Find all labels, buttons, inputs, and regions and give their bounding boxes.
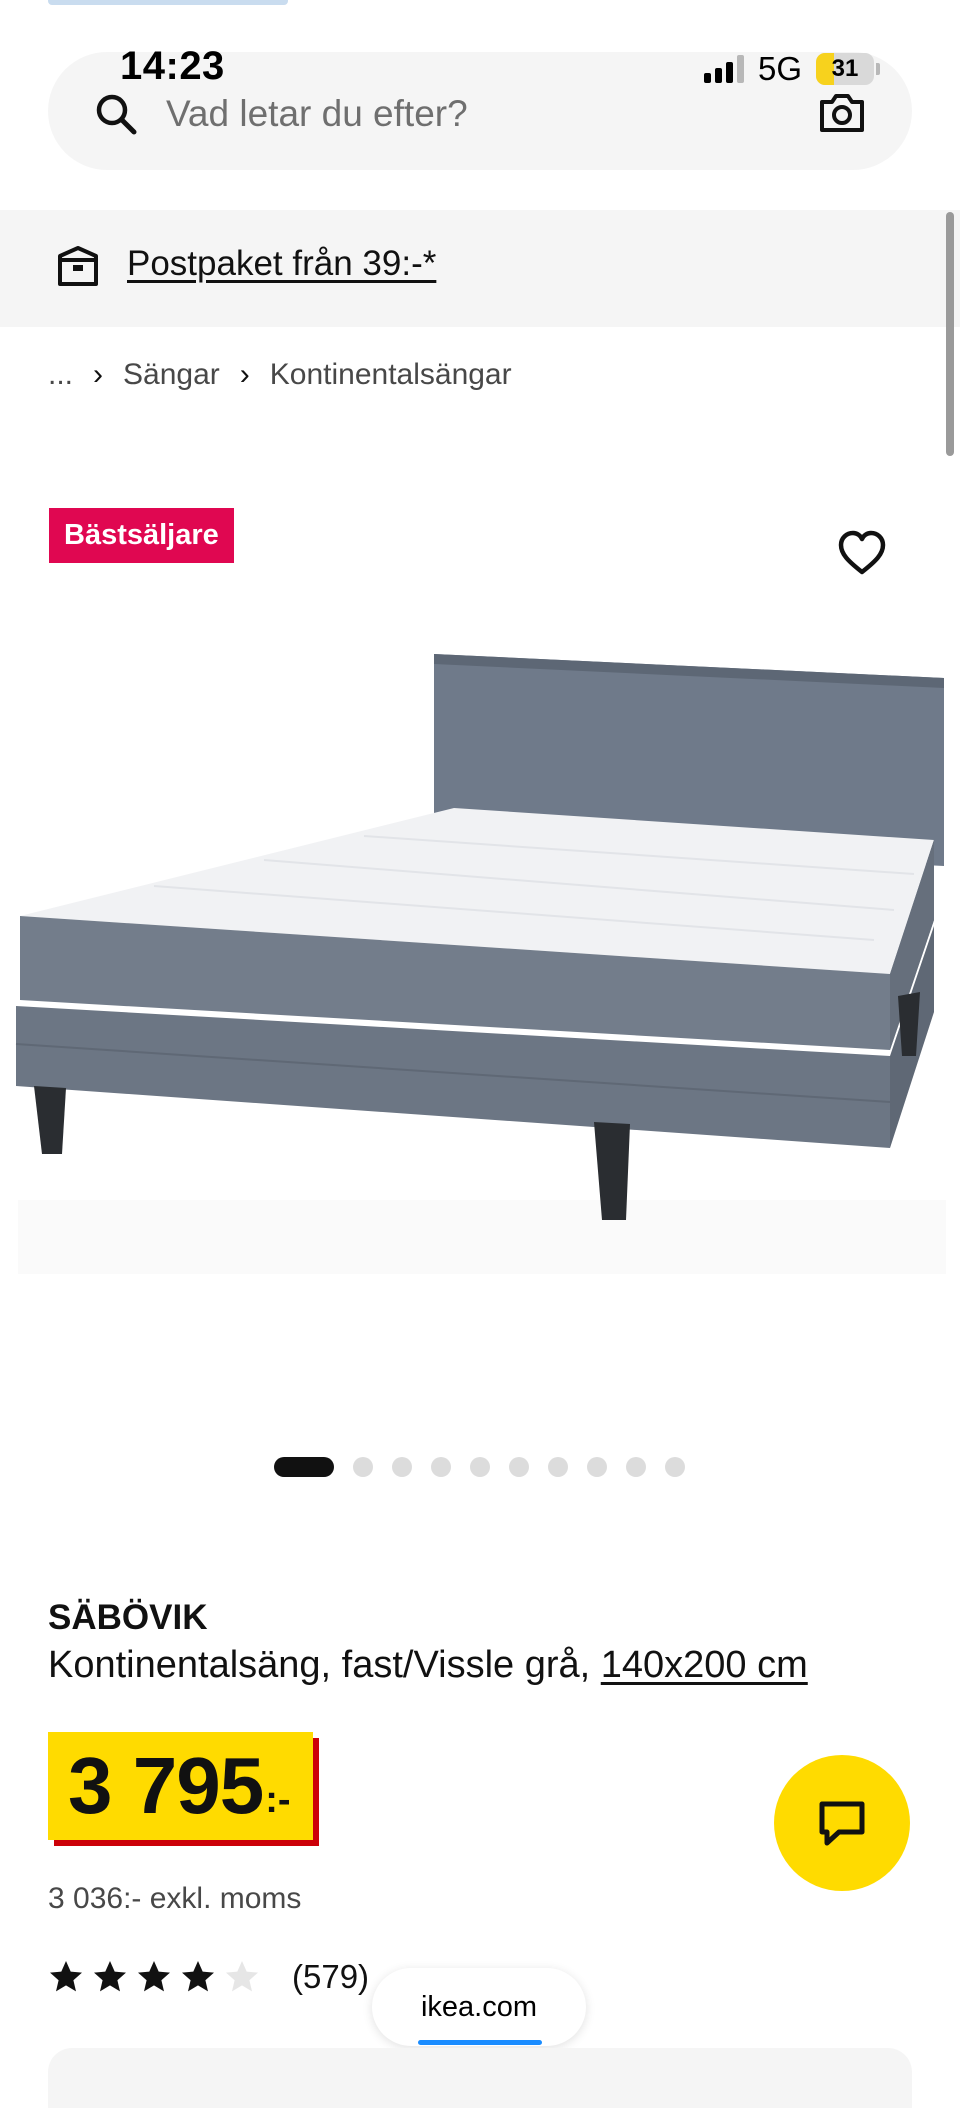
price-integer: 3 795 bbox=[68, 1741, 264, 1830]
page-load-indicator bbox=[418, 2040, 542, 2045]
gallery-dot[interactable] bbox=[665, 1457, 685, 1477]
url-bar[interactable]: ikea.com bbox=[372, 1968, 586, 2046]
top-accent-bar bbox=[48, 0, 288, 5]
product-type: Kontinentalsäng, fast/Vissle grå, bbox=[48, 1644, 591, 1686]
product-image[interactable] bbox=[14, 640, 950, 1280]
search-icon[interactable] bbox=[94, 92, 138, 136]
promo-banner: Postpaket från 39:-* bbox=[0, 210, 960, 327]
breadcrumb-item-beds[interactable]: Sängar bbox=[123, 358, 220, 392]
battery-cap bbox=[876, 63, 880, 75]
chevron-right-icon: › bbox=[239, 358, 250, 391]
camera-icon[interactable] bbox=[818, 90, 866, 134]
breadcrumb-item-more[interactable]: ... bbox=[48, 358, 73, 392]
battery-percent: 31 bbox=[831, 55, 859, 82]
gallery-dot[interactable] bbox=[392, 1457, 412, 1477]
product-description: Kontinentalsäng, fast/Vissle grå, 140x20… bbox=[48, 1644, 808, 1687]
price-tag: 3 795 :- bbox=[48, 1732, 313, 1840]
gallery-pagination bbox=[274, 1457, 685, 1477]
gallery-dot[interactable] bbox=[626, 1457, 646, 1477]
gallery-dot[interactable] bbox=[587, 1457, 607, 1477]
gallery-dot[interactable] bbox=[470, 1457, 490, 1477]
rating-stars bbox=[48, 1959, 268, 1995]
product-rating[interactable]: (579) bbox=[48, 1958, 369, 1996]
search-input[interactable] bbox=[166, 86, 766, 142]
rating-count: (579) bbox=[292, 1958, 370, 1995]
bestseller-badge: Bästsäljare bbox=[49, 508, 234, 563]
star-icon bbox=[50, 1961, 82, 1992]
gallery-dot[interactable] bbox=[353, 1457, 373, 1477]
battery-icon: 31 bbox=[816, 53, 874, 85]
gallery-dot[interactable] bbox=[509, 1457, 529, 1477]
chat-icon bbox=[819, 1801, 865, 1846]
status-time: 14:23 bbox=[120, 44, 225, 88]
price-suffix: :- bbox=[265, 1779, 291, 1821]
parcel-icon bbox=[58, 246, 98, 286]
signal-strength-icon bbox=[703, 55, 744, 83]
page-scrollbar[interactable] bbox=[946, 212, 954, 456]
next-section-card bbox=[48, 2048, 912, 2108]
gallery-dot[interactable] bbox=[548, 1457, 568, 1477]
chevron-right-icon: › bbox=[93, 358, 104, 391]
breadcrumb-item-continental-beds[interactable]: Kontinentalsängar bbox=[270, 358, 512, 392]
star-icon bbox=[182, 1961, 214, 1992]
price-excluding-vat: 3 036:- exkl. moms bbox=[48, 1882, 302, 1915]
gallery-dot[interactable] bbox=[274, 1457, 334, 1477]
breadcrumb: ... › Sängar › Kontinentalsängar bbox=[48, 358, 512, 392]
gallery-dot[interactable] bbox=[431, 1457, 451, 1477]
chat-button[interactable] bbox=[774, 1755, 910, 1891]
star-icon bbox=[226, 1961, 258, 1992]
product-name: SÄBÖVIK bbox=[48, 1598, 208, 1637]
star-icon bbox=[94, 1961, 126, 1992]
network-type: 5G bbox=[757, 50, 802, 87]
heart-icon[interactable] bbox=[838, 530, 886, 576]
star-icon bbox=[138, 1961, 170, 1992]
promo-link[interactable]: Postpaket från 39:-* bbox=[127, 244, 436, 284]
status-indicators: 5G 31 bbox=[703, 50, 880, 88]
size-link[interactable]: 140x200 cm bbox=[601, 1644, 808, 1686]
